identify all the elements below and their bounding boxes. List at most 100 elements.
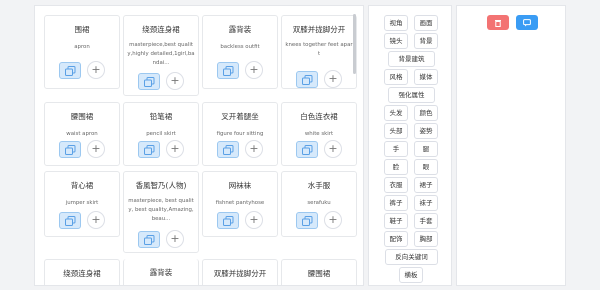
tag-button[interactable]: 镜头 <box>384 33 408 49</box>
copy-button[interactable] <box>296 71 318 88</box>
copy-button[interactable] <box>138 231 160 248</box>
add-button[interactable]: + <box>324 70 342 88</box>
add-button[interactable]: + <box>166 72 184 90</box>
tag-button[interactable]: 配饰 <box>384 231 408 247</box>
tag-button[interactable]: 强化属性 <box>388 87 435 103</box>
tag-button[interactable]: 腿 <box>414 141 438 157</box>
tag-button[interactable]: 袜子 <box>414 195 438 211</box>
copy-button[interactable] <box>296 212 318 229</box>
copy-button[interactable] <box>59 141 81 158</box>
tag-button[interactable]: 反向关键词 <box>385 249 438 265</box>
card-description: jumper skirt <box>65 200 99 206</box>
copy-button[interactable] <box>217 62 239 79</box>
prompt-card[interactable]: 双膝并拢脚分开 <box>202 259 278 285</box>
plus-icon: + <box>249 63 259 76</box>
card-title: 绕颈连身裙 <box>63 269 101 278</box>
copy-button[interactable] <box>138 73 160 90</box>
tag-button[interactable]: 脸 <box>384 159 408 175</box>
tag-button[interactable]: 风格 <box>384 69 408 85</box>
copy-button[interactable] <box>138 141 160 158</box>
add-button[interactable]: + <box>245 211 263 229</box>
copy-button[interactable] <box>217 141 239 158</box>
card-title: 双膝并拢脚分开 <box>213 269 267 278</box>
prompt-card[interactable]: 叉开着腿坐 figure four sitting + <box>202 102 278 166</box>
copy-button[interactable] <box>296 141 318 158</box>
card-title: 网袜袜 <box>228 181 252 190</box>
tag-button[interactable]: 衣服 <box>384 177 408 193</box>
delete-button[interactable] <box>487 15 509 30</box>
tag-button[interactable]: 姿势 <box>414 123 438 139</box>
copy-button[interactable] <box>217 212 239 229</box>
card-description: white skirt <box>304 131 334 137</box>
card-description: serafuku <box>307 200 331 206</box>
copy-icon <box>223 145 234 155</box>
prompt-card[interactable]: 腰围裙 <box>281 259 357 285</box>
add-button[interactable]: + <box>245 61 263 79</box>
card-title: 水手服 <box>307 181 331 190</box>
plus-icon: + <box>170 74 180 87</box>
prompt-card[interactable]: 围裙 apron + <box>44 15 120 89</box>
copy-icon <box>223 216 234 226</box>
prompt-card[interactable]: 背心裙 jumper skirt + <box>44 171 120 237</box>
copy-button[interactable] <box>59 212 81 229</box>
tag-button[interactable]: 鞋子 <box>384 213 408 229</box>
add-button[interactable]: + <box>166 140 184 158</box>
copy-icon <box>65 216 76 226</box>
card-description: apron <box>74 44 90 50</box>
card-description: waist apron <box>66 131 98 137</box>
prompt-card-grid: 围裙 apron + 绕颈连身裙 masterpiece,best qualit… <box>34 5 364 286</box>
card-title: 露背装 <box>149 268 173 277</box>
tag-button[interactable]: 眼 <box>414 159 438 175</box>
plus-icon: + <box>91 63 101 76</box>
prompt-card[interactable]: 绕颈连身裙 masterpiece,best quality,highly de… <box>123 15 199 96</box>
plus-icon: + <box>170 142 180 155</box>
tag-button[interactable]: 颜色 <box>414 105 438 121</box>
add-button[interactable]: + <box>87 140 105 158</box>
card-title: 腰围裙 <box>307 269 331 278</box>
prompt-card[interactable]: 铅笔裙 pencil skirt + <box>123 102 199 166</box>
copy-icon <box>144 235 155 245</box>
tag-button[interactable]: 媒体 <box>414 69 438 85</box>
add-button[interactable]: + <box>87 211 105 229</box>
prompt-card[interactable]: 白色连衣裙 white skirt + <box>281 102 357 166</box>
tag-button[interactable]: 胸部 <box>414 231 438 247</box>
card-title: 香風智乃(人物) <box>135 181 187 190</box>
card-title: 铅笔裙 <box>149 112 173 121</box>
tag-button[interactable]: 裤子 <box>384 195 408 211</box>
add-button[interactable]: + <box>324 140 342 158</box>
card-description: pencil skirt <box>146 131 176 137</box>
tag-button[interactable]: 头发 <box>384 105 408 121</box>
prompt-card[interactable]: 水手服 serafuku + <box>281 171 357 237</box>
plus-icon: + <box>328 72 338 85</box>
chat-button[interactable] <box>516 15 538 30</box>
add-button[interactable]: + <box>87 61 105 79</box>
tag-button[interactable]: 手套 <box>414 213 438 229</box>
prompt-card[interactable]: 露背装 backless outfit + <box>202 15 278 89</box>
tag-button[interactable]: 横板 <box>399 267 423 283</box>
card-description: backless outfit <box>220 44 260 50</box>
prompt-card[interactable]: 网袜袜 fishnet pantyhose + <box>202 171 278 237</box>
tag-button[interactable]: 头部 <box>384 123 408 139</box>
tag-button[interactable]: 手 <box>384 141 408 157</box>
prompt-card[interactable]: 绕颈连身裙 <box>44 259 120 285</box>
copy-button[interactable] <box>59 62 81 79</box>
tag-button[interactable]: 背景 <box>414 33 438 49</box>
add-button[interactable]: + <box>324 211 342 229</box>
scrollbar[interactable] <box>353 14 356 74</box>
card-description: masterpiece,best quality,highly detailed… <box>127 42 195 66</box>
prompt-card[interactable]: 香風智乃(人物) masterpiece, best quality, best… <box>123 171 199 253</box>
prompt-card[interactable]: 双膝并拢脚分开 knees together feet apart + <box>281 15 357 89</box>
add-button[interactable]: + <box>245 140 263 158</box>
tag-button[interactable]: 背景建筑 <box>388 51 435 67</box>
tag-button[interactable]: 画面 <box>414 15 438 31</box>
add-button[interactable]: + <box>166 230 184 248</box>
card-title: 腰围裙 <box>70 112 94 121</box>
tag-button[interactable]: 裙子 <box>414 177 438 193</box>
plus-icon: + <box>91 213 101 226</box>
tag-button[interactable]: 视角 <box>384 15 408 31</box>
plus-icon: + <box>170 232 180 245</box>
prompt-card[interactable]: 露背装 <box>123 259 199 285</box>
prompt-card[interactable]: 腰围裙 waist apron + <box>44 102 120 166</box>
copy-icon <box>65 145 76 155</box>
copy-icon <box>144 145 155 155</box>
